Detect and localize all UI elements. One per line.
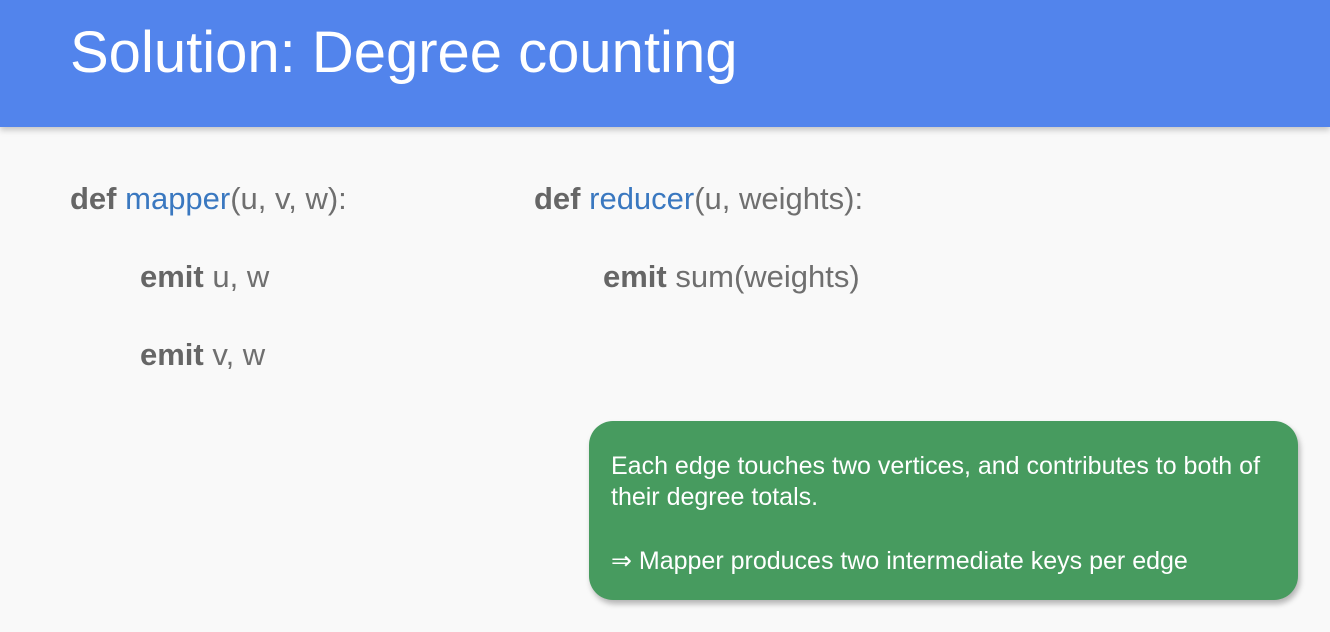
- def-keyword: def: [70, 181, 117, 216]
- reducer-params: (u, weights):: [694, 181, 864, 216]
- def-keyword: def: [534, 181, 581, 216]
- callout-spacer: [611, 513, 1274, 546]
- callout-box: Each edge touches two vertices, and cont…: [589, 421, 1298, 600]
- mapper-params: (u, v, w):: [230, 181, 347, 216]
- emit-args: u, w: [212, 259, 270, 294]
- slide-header: Solution: Degree counting: [0, 0, 1330, 127]
- mapper-function-name: mapper: [125, 181, 231, 216]
- reducer-function-name: reducer: [589, 181, 695, 216]
- mapper-emit-line: emit u, w: [140, 257, 269, 297]
- slide-title: Solution: Degree counting: [70, 20, 738, 85]
- mapper-emit-line: emit v, w: [140, 335, 265, 375]
- callout-note: ⇒ Mapper produces two intermediate keys …: [611, 547, 1188, 575]
- mapper-signature: def mapper(u, v, w):: [70, 179, 347, 219]
- emit-keyword: emit: [140, 259, 204, 294]
- emit-keyword: emit: [140, 337, 204, 372]
- reducer-emit-line: emit sum(weights): [603, 257, 860, 297]
- emit-args: sum(weights): [675, 259, 860, 294]
- callout-text: Each edge touches two vertices, and cont…: [611, 452, 1261, 511]
- reducer-signature: def reducer(u, weights):: [534, 179, 863, 219]
- emit-args: v, w: [212, 337, 266, 372]
- emit-keyword: emit: [603, 259, 667, 294]
